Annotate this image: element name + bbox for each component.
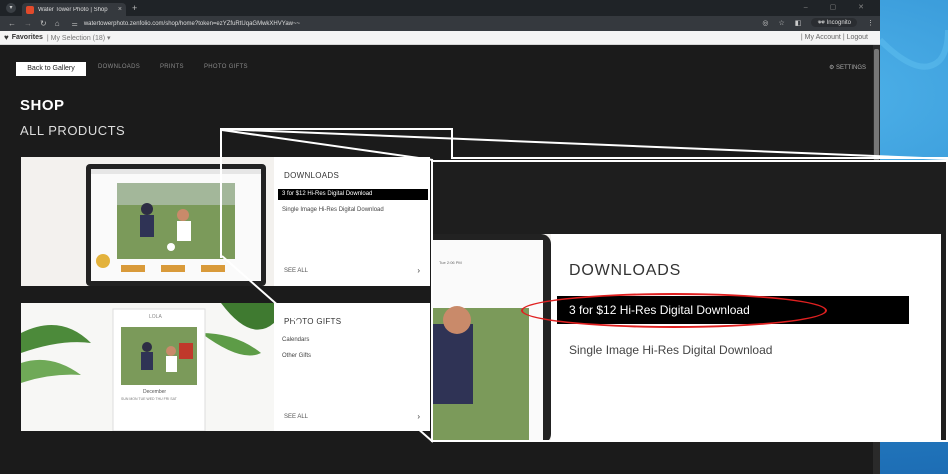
zoom-right-edge	[941, 234, 946, 440]
incognito-label: Incognito	[826, 20, 851, 26]
shop-nav: Back to Gallery DOWNLOADS PRINTS PHOTO G…	[0, 45, 880, 80]
heart-icon: ♥	[4, 33, 9, 42]
chevron-right-icon[interactable]: ›	[417, 412, 420, 421]
gift-option-other[interactable]: Other Gifts	[278, 351, 428, 362]
download-option-single[interactable]: Single Image Hi-Res Digital Download	[278, 205, 428, 216]
reload-icon[interactable]: ↻	[40, 19, 47, 28]
my-selection-link[interactable]: | My Selection (18) ▾	[47, 34, 111, 42]
zoomed-downloads-title: DOWNLOADS	[569, 262, 682, 279]
zoomed-option-single[interactable]: Single Image Hi-Res Digital Download	[569, 343, 772, 357]
incognito-icon: 🕶	[817, 20, 827, 26]
calendar-days: SUN MON TUE WED THU FRI SAT	[121, 397, 177, 401]
calendar-month: December	[143, 389, 167, 395]
downloads-title: DOWNLOADS	[284, 171, 340, 180]
tab-search-icon[interactable]: ▾	[6, 3, 16, 13]
downloads-see-all[interactable]: SEE ALL	[284, 268, 308, 274]
chevron-right-icon[interactable]: ›	[417, 266, 420, 275]
nav-downloads[interactable]: DOWNLOADS	[98, 64, 140, 70]
favicon-icon	[26, 5, 34, 14]
nav-photo-gifts[interactable]: PHOTO GIFTS	[204, 64, 248, 70]
bookmark-star-icon[interactable]: ☆	[778, 19, 784, 27]
photo-gifts-card-image[interactable]: LOLA December SUN MON TUE WED THU FRI SA…	[21, 303, 274, 431]
laptop-soccer-image	[21, 157, 274, 286]
site-info-icon[interactable]: ⚌	[72, 20, 78, 28]
zoomed-laptop-graphic	[433, 234, 551, 440]
account-links[interactable]: | My Account | Logout	[801, 34, 868, 41]
back-arrow-icon[interactable]: ←	[8, 19, 16, 28]
url-field[interactable]: watertowerphoto.zenfolio.com/shop/home?t…	[84, 21, 300, 27]
title-bar: ▾ Water Tower Photo | Shop × + – ▢ ✕	[0, 0, 880, 16]
calendar-image	[21, 303, 274, 431]
zoomed-downloads-card: Tue 2:06 PM DOWNLOADS 3 for $12 Hi-Res D…	[433, 234, 946, 440]
gift-option-calendars[interactable]: Calendars	[278, 335, 428, 346]
favorites-bar: ♥ Favorites | My Selection (18) ▾ | My A…	[0, 31, 880, 45]
zoom-callout: Tue 2:06 PM DOWNLOADS 3 for $12 Hi-Res D…	[431, 160, 948, 442]
incognito-badge[interactable]: 🕶 Incognito	[811, 18, 857, 27]
zoomed-laptop-image: Tue 2:06 PM	[433, 234, 551, 440]
zoomed-dark-band	[433, 162, 946, 234]
settings-link[interactable]: ⚙ SETTINGS	[829, 64, 866, 71]
address-bar: ← → ↻ ⌂ ⚌ watertowerphoto.zenfolio.com/s…	[0, 16, 880, 31]
sidepanel-icon[interactable]: ◧	[795, 19, 802, 27]
downloads-card-image[interactable]	[21, 157, 274, 286]
nav-prints[interactable]: PRINTS	[160, 64, 184, 70]
home-icon[interactable]: ⌂	[55, 19, 60, 28]
download-option-3-for-12[interactable]: 3 for $12 Hi-Res Digital Download	[278, 189, 428, 200]
calendar-name: LOLA	[149, 314, 162, 320]
forward-arrow-icon[interactable]: →	[24, 19, 32, 28]
page-subtitle: ALL PRODUCTS	[20, 123, 126, 138]
page-title: SHOP	[20, 97, 65, 114]
downloads-panel: DOWNLOADS 3 for $12 Hi-Res Digital Downl…	[274, 157, 430, 286]
photo-gifts-panel: PHOTO GIFTS Calendars Other Gifts SEE AL…	[274, 303, 430, 431]
back-to-gallery-button[interactable]: Back to Gallery	[16, 62, 86, 76]
photo-gifts-title: PHOTO GIFTS	[284, 317, 342, 326]
window-controls[interactable]: – ▢ ✕	[804, 3, 874, 11]
photo-gifts-see-all[interactable]: SEE ALL	[284, 414, 308, 420]
zoomed-clock: Tue 2:06 PM	[439, 260, 462, 265]
close-tab-icon[interactable]: ×	[118, 6, 122, 13]
eye-off-icon[interactable]: ◎	[762, 19, 768, 27]
tab-title: Water Tower Photo | Shop	[38, 6, 108, 13]
favorites-link[interactable]: Favorites	[12, 34, 43, 41]
highlight-oval	[521, 293, 827, 328]
new-tab-button[interactable]: +	[132, 3, 137, 13]
menu-kebab-icon[interactable]: ⋮	[867, 19, 874, 27]
browser-tab[interactable]: Water Tower Photo | Shop ×	[22, 3, 126, 16]
